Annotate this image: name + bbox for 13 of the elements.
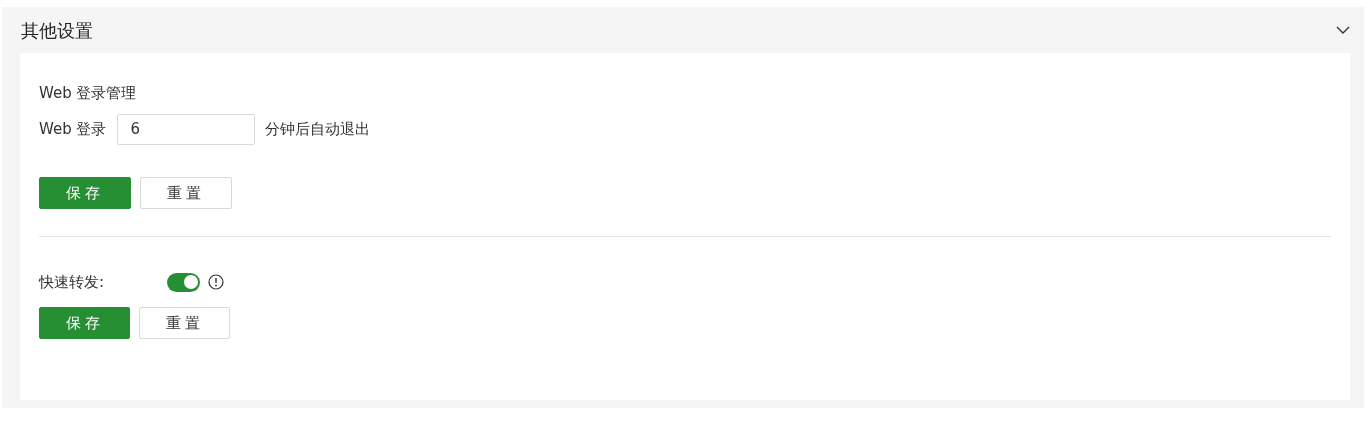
info-icon[interactable] [208, 274, 224, 290]
section-heading: Web 登录管理 [39, 83, 138, 103]
field-suffix: 分钟后自动退出 [265, 118, 371, 140]
reset-button[interactable]: 重置 [140, 177, 232, 209]
save-button[interactable]: 保存 [39, 307, 130, 339]
field-label: Web 登录 [39, 118, 107, 140]
toggle-label: 快速转发: [39, 271, 106, 293]
panel-title: 其他设置 [21, 18, 93, 43]
toggle-switch[interactable] [167, 272, 200, 292]
timeout-input-field[interactable]: 6 [117, 113, 256, 145]
save-button[interactable]: 保存 [39, 177, 131, 209]
reset-button[interactable]: 重置 [139, 307, 230, 339]
chevron-icon[interactable] [1336, 25, 1350, 35]
